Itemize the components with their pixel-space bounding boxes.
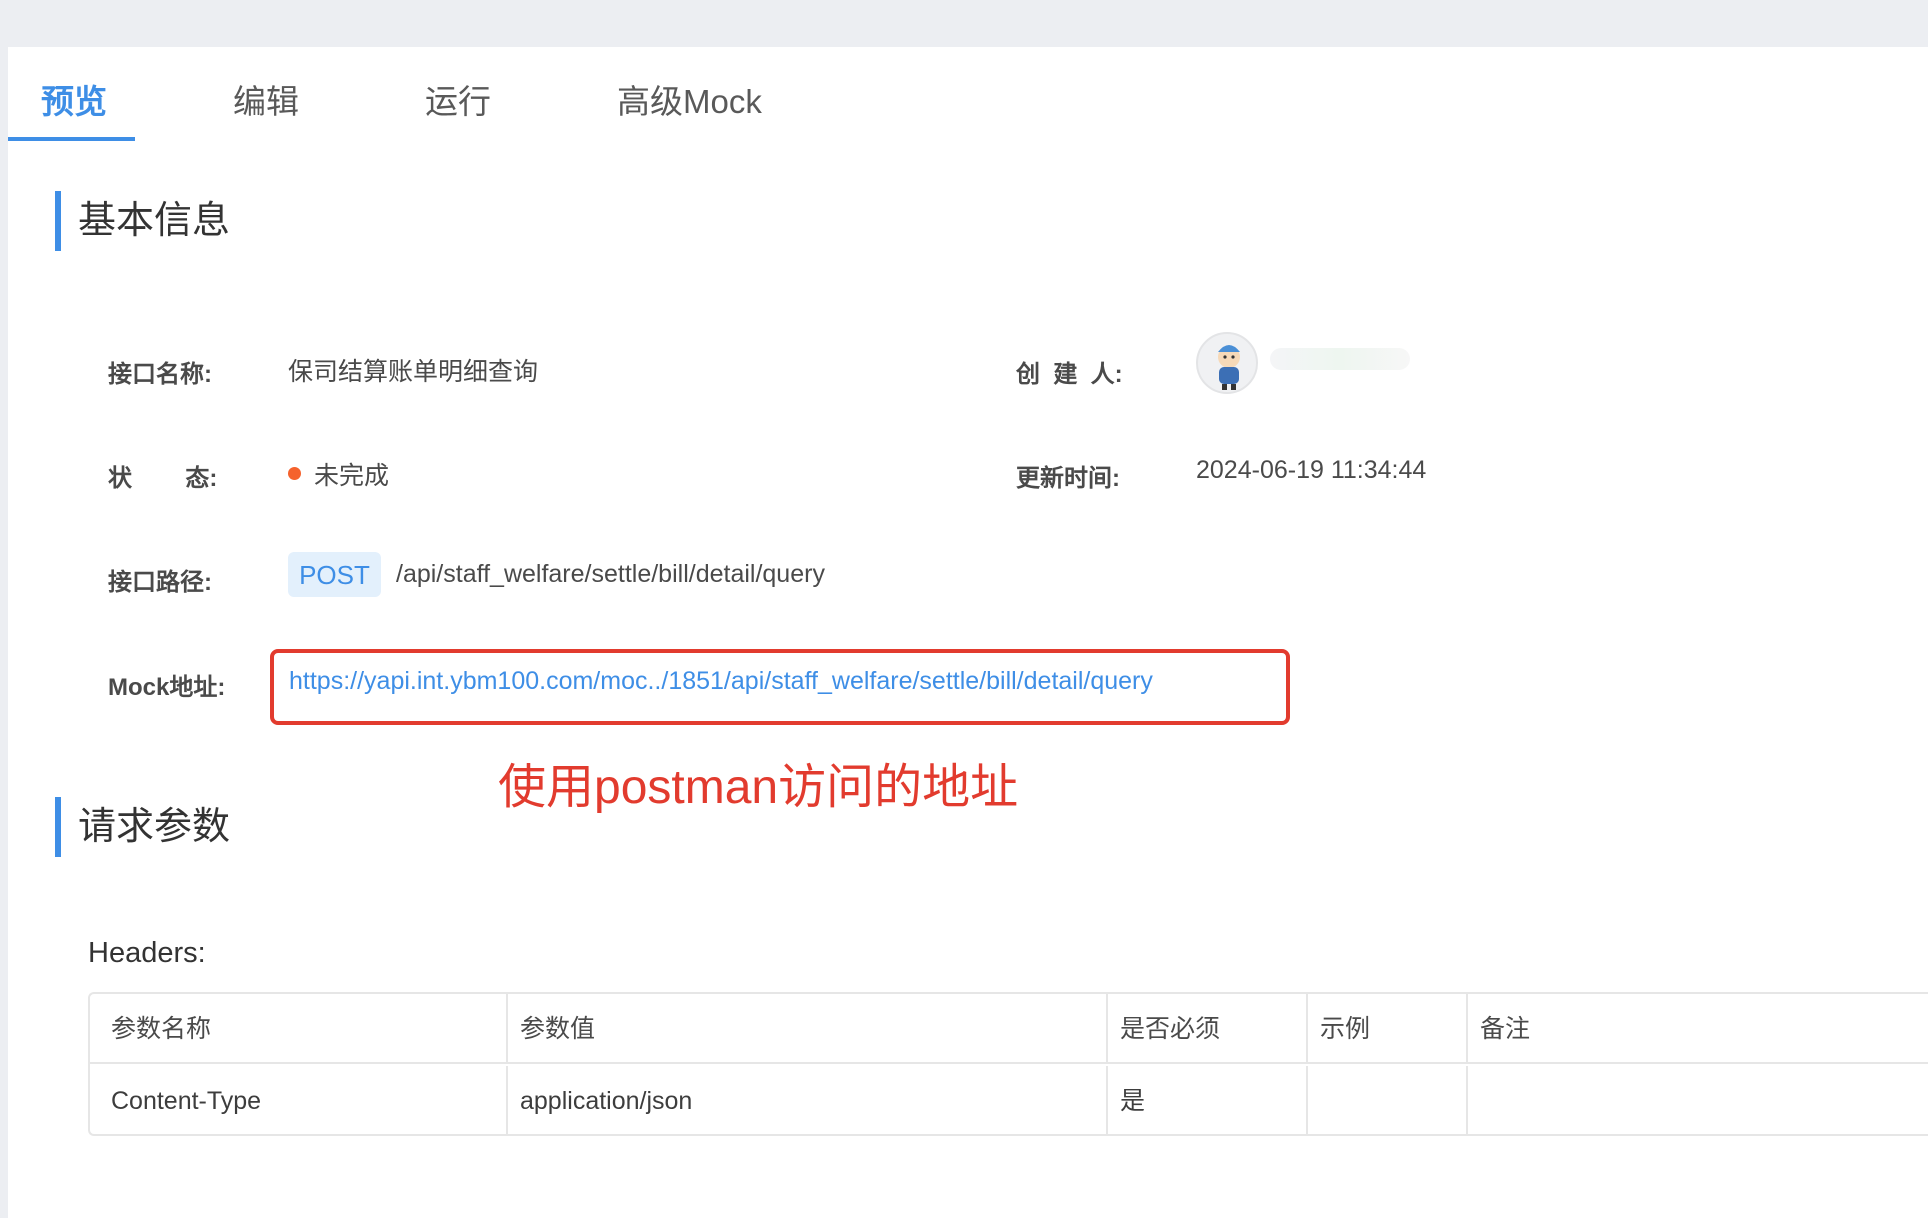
table-cell-required: 是 bbox=[1108, 1066, 1308, 1136]
mock-address-label: Mock地址: bbox=[108, 674, 226, 701]
interface-detail-panel: 预览 编辑 运行 高级Mock 基本信息 接口名称: 保司结算账单明细查询 创 … bbox=[8, 47, 1928, 1218]
interface-name-value: 保司结算账单明细查询 bbox=[288, 358, 539, 386]
status-value: 未完成 bbox=[288, 456, 389, 492]
table-cell-example bbox=[1308, 1066, 1468, 1136]
column-header-required: 是否必须 bbox=[1108, 994, 1308, 1064]
status-dot-icon bbox=[288, 467, 301, 480]
section-title-basic-info: 基本信息 bbox=[55, 191, 230, 251]
column-header-example: 示例 bbox=[1308, 994, 1468, 1064]
headers-table: 参数名称 参数值 是否必须 示例 备注 Content-Type applica… bbox=[88, 992, 1928, 1136]
interface-path-value: /api/staff_welfare/settle/bill/detail/qu… bbox=[396, 560, 825, 588]
creator-name-value[interactable] bbox=[1270, 348, 1410, 370]
updated-time-value: 2024-06-19 11:34:44 bbox=[1196, 456, 1427, 484]
active-tab-indicator bbox=[8, 137, 135, 141]
creator-label: 创 建 人: bbox=[1016, 361, 1123, 388]
table-cell-param-name: Content-Type bbox=[90, 1066, 508, 1136]
method-badge: POST bbox=[288, 552, 381, 597]
tab-advanced-mock[interactable]: 高级Mock bbox=[617, 75, 762, 123]
highlight-box bbox=[270, 649, 1290, 725]
status-text: 未完成 bbox=[314, 462, 390, 490]
table-cell-remark bbox=[1468, 1066, 1928, 1136]
column-header-param-name: 参数名称 bbox=[90, 994, 508, 1064]
updated-time-label: 更新时间: bbox=[1016, 465, 1120, 492]
tab-bar: 预览 编辑 运行 高级Mock bbox=[8, 47, 1928, 142]
tab-edit[interactable]: 编辑 bbox=[233, 75, 299, 123]
table-row: Content-Type application/json 是 bbox=[90, 1066, 1928, 1136]
section-title-request-params: 请求参数 bbox=[55, 797, 230, 857]
avatar-image-icon bbox=[1218, 345, 1240, 390]
tab-preview[interactable]: 预览 bbox=[41, 75, 107, 123]
table-cell-param-value: application/json bbox=[508, 1066, 1108, 1136]
table-header-row: 参数名称 参数值 是否必须 示例 备注 bbox=[90, 994, 1928, 1064]
status-label: 状 态: bbox=[108, 465, 218, 492]
annotation-text: 使用postman访问的地址 bbox=[498, 761, 1019, 814]
headers-label: Headers: bbox=[88, 937, 206, 969]
interface-name-label: 接口名称: bbox=[108, 361, 212, 388]
avatar[interactable] bbox=[1196, 332, 1258, 394]
column-header-param-value: 参数值 bbox=[508, 994, 1108, 1064]
interface-path-label: 接口路径: bbox=[108, 569, 212, 596]
tab-run[interactable]: 运行 bbox=[425, 75, 491, 123]
column-header-remark: 备注 bbox=[1480, 1015, 1531, 1043]
